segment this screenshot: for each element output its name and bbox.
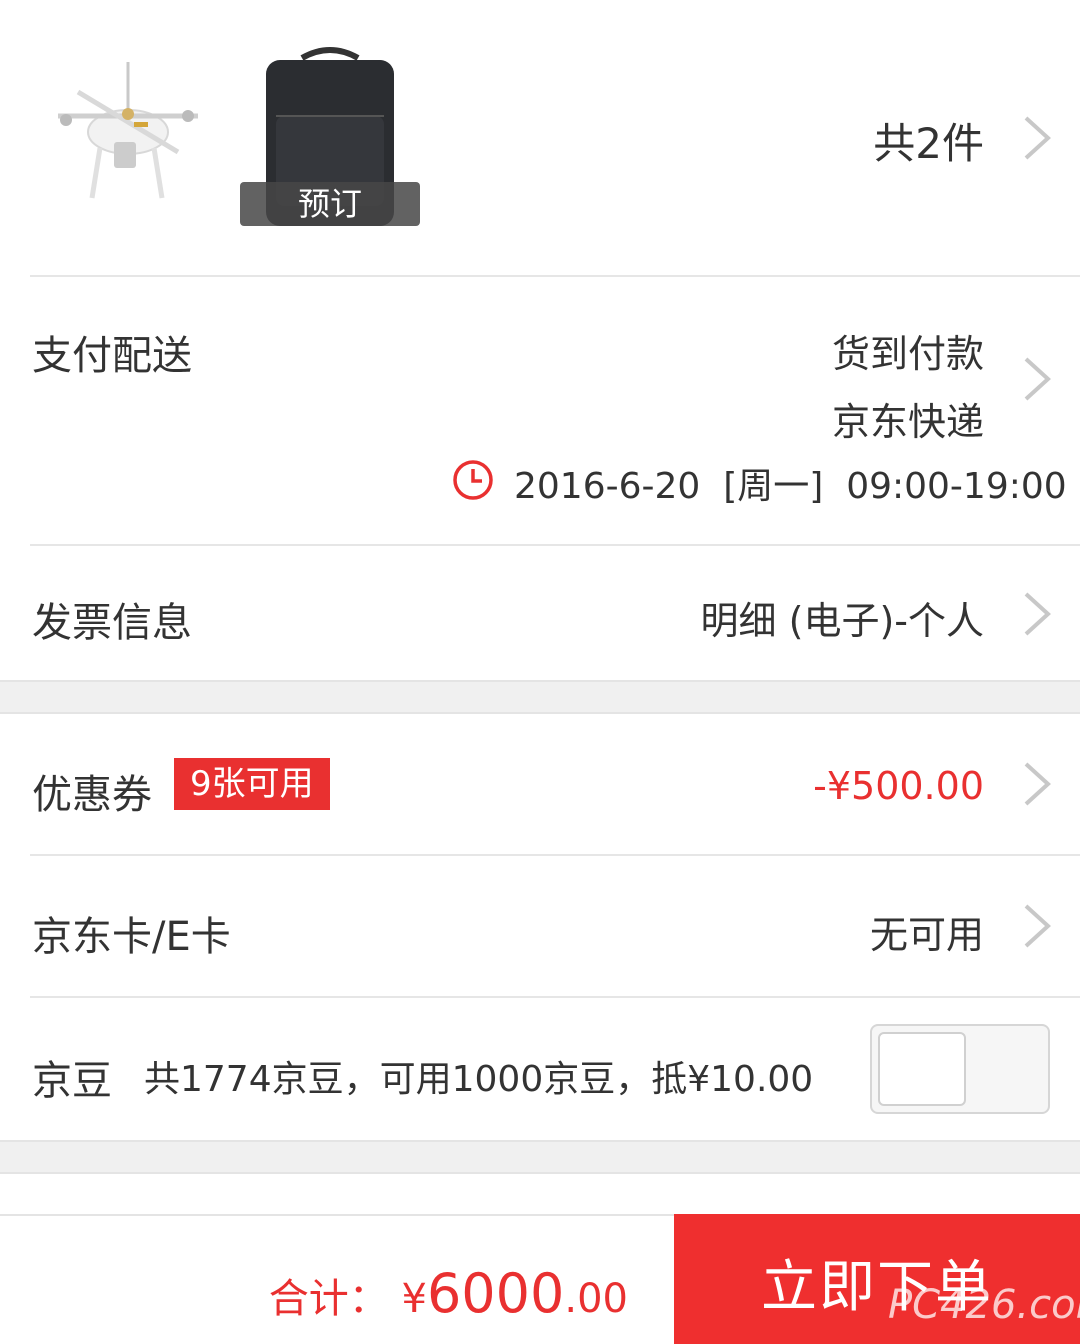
drone-thumbnail [38,52,218,212]
jingdou-toggle[interactable] [870,1024,1050,1114]
courier-name: 京东快递 [831,400,984,444]
section-gap [0,1140,1080,1174]
chevron-right-icon [1020,590,1054,638]
invoice-row[interactable]: 发票信息 明细 (电子)-个人 [0,546,1080,680]
total-integer: 6000 [426,1262,565,1325]
preorder-badge: 预订 [240,182,420,226]
item-count: 共2件 [873,119,984,168]
clock-icon [452,459,494,501]
chevron-right-icon [1020,355,1054,403]
jdcard-value: 无可用 [869,913,984,957]
jdcard-label: 京东卡/E卡 [32,914,231,960]
jdcard-row[interactable]: 京东卡/E卡 无可用 [0,856,1080,996]
section-gap [0,680,1080,714]
delivery-weekday: [周一] [723,466,824,507]
coupon-row[interactable]: 优惠券 -¥500.00 [0,714,1080,854]
coupon-label: 优惠券 [32,772,152,818]
coupon-available-tag: 9张可用 [174,758,330,810]
jingdou-desc: 共1774京豆，可用1000京豆，抵¥10.00 [144,1059,814,1100]
delivery-hours: 09:00-19:00 [846,466,1067,507]
chevron-right-icon [1020,114,1054,162]
chevron-right-icon [1020,902,1054,950]
currency-symbol: ¥ [401,1276,427,1322]
delivery-date: 2016-6-20 [514,466,701,507]
delivery-time: 2016-6-20 [周一] 09:00-19:00 [514,457,1067,509]
products-row[interactable]: 预订 共2件 [0,0,1080,276]
invoice-label: 发票信息 [32,600,192,646]
total-label: 合计： [268,1276,389,1322]
toggle-knob [878,1032,966,1106]
payment-method: 货到付款 [831,332,984,376]
jingdou-label: 京豆 [32,1058,112,1104]
total-price: 合计： ¥6000.00 [269,1262,628,1325]
payment-label: 支付配送 [32,333,192,379]
coupon-value: -¥500.00 [813,764,984,808]
payment-delivery-row[interactable]: 支付配送 货到付款 京东快递 2016-6-20 [周一] 09:00-19:0… [0,277,1080,544]
chevron-right-icon [1020,760,1054,808]
total-decimal: .00 [564,1276,628,1322]
invoice-value: 明细 (电子)-个人 [700,599,984,643]
site-watermark: PC426.com [888,1282,1080,1328]
